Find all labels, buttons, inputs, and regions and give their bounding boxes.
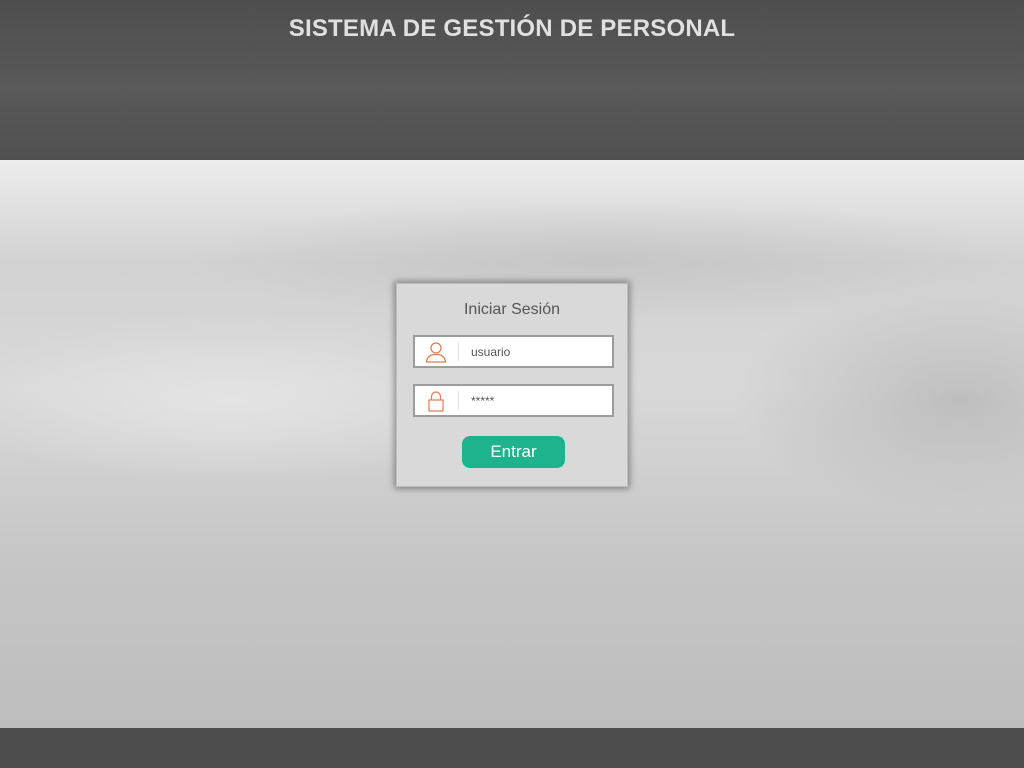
footer-bar [0,728,1024,768]
lock-icon [424,389,448,413]
password-input[interactable] [471,392,607,410]
user-icon [424,340,448,364]
field-divider [458,391,459,410]
login-title: Iniciar Sesión [463,301,561,318]
password-field[interactable] [413,384,614,417]
header-bar: SISTEMA DE GESTIÓN DE PERSONAL [0,0,1024,160]
app-title: SISTEMA DE GESTIÓN DE PERSONAL [288,15,736,42]
username-input[interactable] [471,343,607,361]
username-field[interactable] [413,335,614,368]
login-button[interactable]: Entrar [462,436,565,468]
login-card: Iniciar Sesión Entrar [396,283,628,487]
field-divider [458,342,459,361]
